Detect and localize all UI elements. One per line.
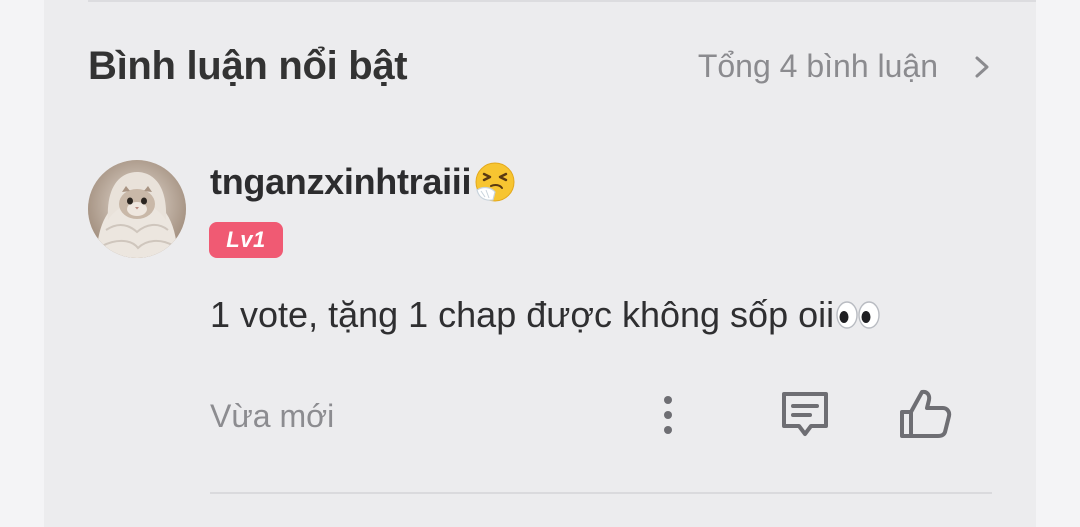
reply-button[interactable] xyxy=(778,388,832,442)
total-comments-label: Tổng 4 bình luận xyxy=(697,48,938,84)
top-divider xyxy=(88,0,1036,2)
eyes-icon xyxy=(836,301,880,329)
comment-icon xyxy=(782,392,828,436)
thumbs-up-icon xyxy=(900,389,952,438)
comment-username[interactable]: tnganzxinhtraiii xyxy=(210,160,517,204)
comment-divider xyxy=(210,492,992,494)
avatar[interactable] xyxy=(88,160,186,258)
comment-text: 1 vote, tặng 1 chap được không sốp oii xyxy=(210,294,881,336)
view-all-comments-link[interactable]: Tổng 4 bình luận xyxy=(698,48,992,85)
username-text: tnganzxinhtraiii xyxy=(210,161,472,202)
comment-body: 1 vote, tặng 1 chap được không sốp oii xyxy=(210,294,835,335)
comments-panel: Bình luận nổi bật Tổng 4 bình luận tngan… xyxy=(44,0,1036,527)
more-options-button[interactable] xyxy=(656,392,680,438)
section-title: Bình luận nổi bật xyxy=(88,44,408,88)
sneezing-face-icon xyxy=(475,162,515,202)
comment-timestamp: Vừa mới xyxy=(210,398,335,434)
like-button[interactable] xyxy=(898,386,954,442)
more-vertical-icon xyxy=(664,396,672,434)
cat-avatar-image xyxy=(88,160,186,258)
level-badge: Lv1 xyxy=(209,222,283,258)
chevron-right-icon xyxy=(975,56,989,77)
